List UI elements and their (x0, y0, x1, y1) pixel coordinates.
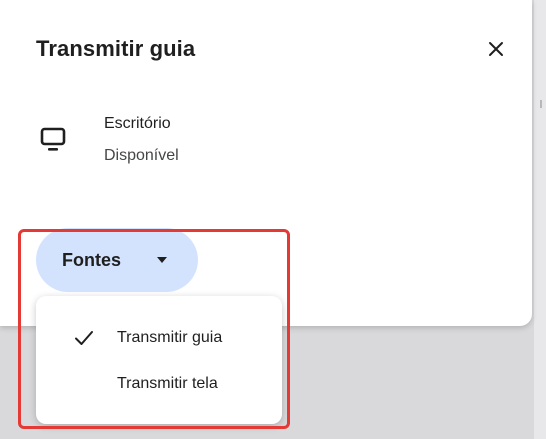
menu-item-label: Transmitir tela (117, 375, 218, 392)
background-divider (540, 100, 542, 108)
background-window (534, 0, 546, 439)
sources-menu: Transmitir guia Transmitir tela (36, 296, 282, 424)
sources-dropdown-button[interactable]: Fontes (36, 228, 198, 292)
device-status: Disponível (104, 147, 179, 164)
dialog-title: Transmitir guia (36, 36, 196, 61)
close-button[interactable] (482, 35, 510, 63)
menu-item-label: Transmitir guia (117, 329, 223, 346)
menu-item-transmitir-guia[interactable]: Transmitir guia (36, 316, 282, 362)
caret-down-icon (157, 257, 167, 263)
device-name: Escritório (104, 115, 171, 132)
check-icon (75, 331, 93, 345)
monitor-icon (40, 127, 66, 151)
menu-item-transmitir-tela[interactable]: Transmitir tela (36, 362, 282, 408)
cast-device-item[interactable]: Escritório Disponível (36, 112, 336, 172)
close-icon (489, 42, 503, 56)
sources-label: Fontes (62, 250, 122, 270)
